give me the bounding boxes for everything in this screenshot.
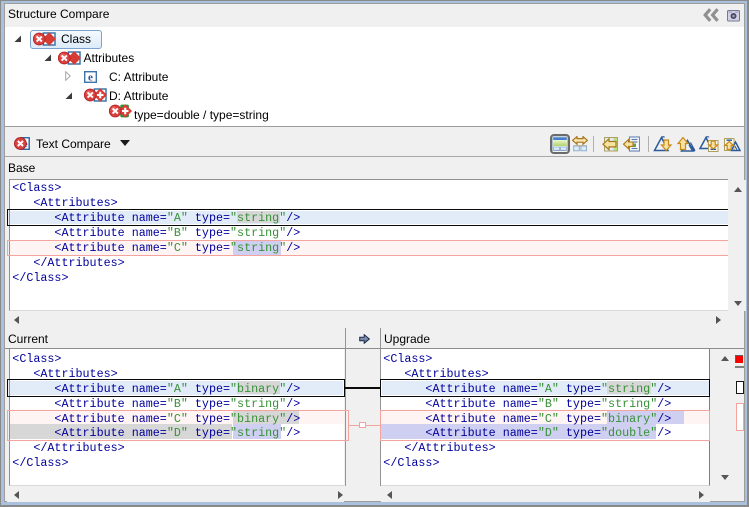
svg-text:e: e [88, 71, 93, 83]
